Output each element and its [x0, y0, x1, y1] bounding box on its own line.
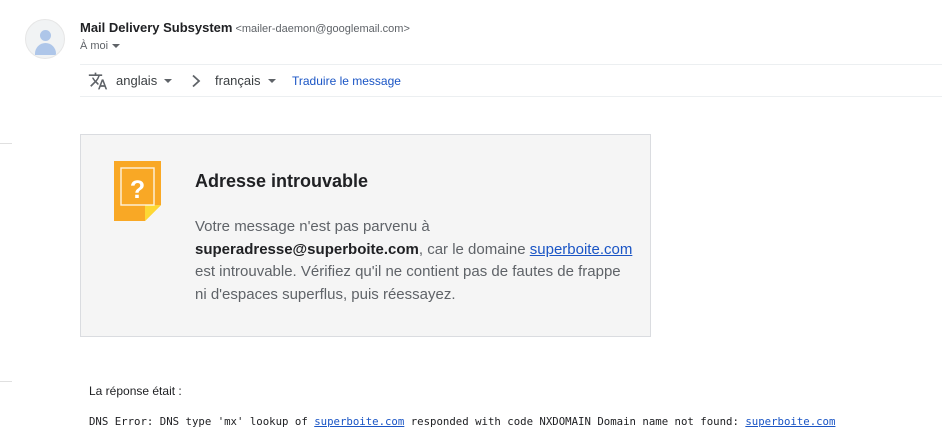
- response-label: La réponse était :: [89, 384, 182, 398]
- domain-link[interactable]: superboite.com: [314, 415, 404, 428]
- translate-message-link[interactable]: Traduire le message: [292, 65, 401, 96]
- dns-part2: responded with code NXDOMAIN Domain name…: [404, 415, 746, 428]
- avatar-icon[interactable]: [25, 19, 65, 59]
- recipient-label: À moi: [80, 40, 109, 52]
- recipient-dropdown[interactable]: À moi: [80, 40, 121, 52]
- left-divider: [0, 143, 12, 144]
- dns-part1: DNS Error: DNS type 'mx' lookup of: [89, 415, 315, 428]
- sender-line: Mail Delivery Subsystem <mailer-daemon@go…: [80, 20, 410, 35]
- target-language: français: [215, 73, 261, 88]
- source-language-dropdown[interactable]: anglais: [116, 65, 173, 96]
- dns-error-text: DNS Error: DNS type 'mx' lookup of super…: [89, 415, 835, 428]
- bounce-line3: est introuvable. Vérifiez qu'il ne conti…: [195, 263, 621, 303]
- bounce-mid: , car le domaine: [418, 240, 530, 258]
- translate-icon: [88, 65, 108, 96]
- chevron-right-icon: [190, 65, 202, 96]
- question-note-icon: ?: [114, 161, 161, 226]
- translate-message-label: Traduire le message: [292, 73, 401, 88]
- domain-link[interactable]: superboite.com: [745, 415, 835, 428]
- caret-down-icon: [164, 78, 173, 83]
- target-language-dropdown[interactable]: français: [215, 65, 276, 96]
- sender-name[interactable]: Mail Delivery Subsystem: [80, 20, 232, 35]
- translate-bar: anglais français Traduire le message: [80, 64, 942, 97]
- bounce-card: ? Adresse introuvable Votre message n'es…: [80, 134, 651, 337]
- sender-email: <mailer-daemon@googlemail.com>: [235, 23, 410, 35]
- bounce-address: superadresse@superboite.com: [195, 240, 419, 258]
- domain-link[interactable]: superboite.com: [530, 241, 633, 258]
- left-divider: [0, 381, 12, 382]
- bounce-message: Votre message n'est pas parvenu à supera…: [195, 216, 635, 306]
- bounce-title: Adresse introuvable: [195, 171, 369, 191]
- bounce-line1: Votre message n'est pas parvenu à: [195, 218, 430, 235]
- svg-text:?: ?: [130, 176, 145, 204]
- caret-down-icon: [112, 44, 121, 49]
- source-language: anglais: [116, 73, 158, 88]
- caret-down-icon: [267, 78, 276, 83]
